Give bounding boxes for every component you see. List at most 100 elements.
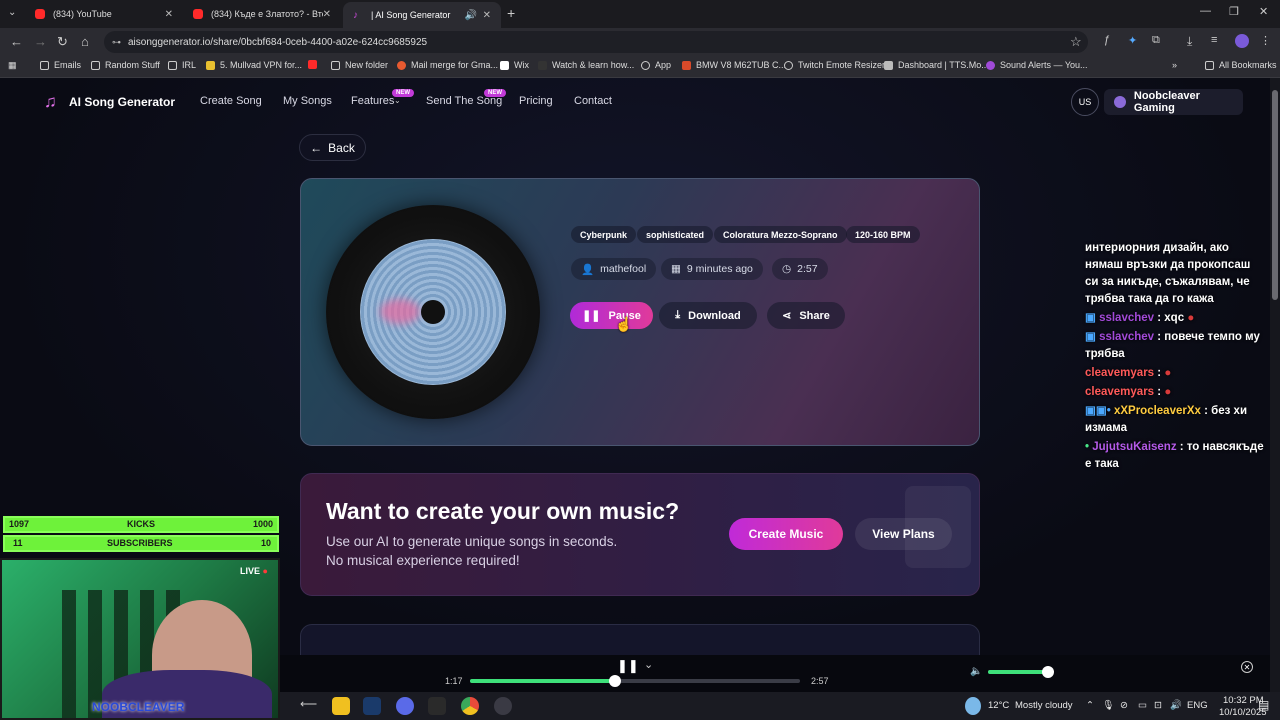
file-explorer-icon[interactable] xyxy=(332,697,350,715)
forward-icon[interactable]: → xyxy=(34,34,47,49)
speaker-icon[interactable]: 🔊 xyxy=(465,10,477,21)
tab-title: | AI Song Generator xyxy=(371,10,451,20)
back-button[interactable]: ← Back xyxy=(299,134,366,161)
network-wired-icon[interactable]: ⊡ xyxy=(1154,700,1162,711)
steam-icon[interactable] xyxy=(363,697,381,715)
close-tab-icon[interactable]: ✕ xyxy=(323,9,331,20)
reload-icon[interactable]: ↻ xyxy=(57,34,68,50)
download-icon[interactable]: ⤓ xyxy=(1187,34,1192,49)
goal-label: KICKS xyxy=(127,519,156,529)
profile-avatar[interactable] xyxy=(1235,34,1249,48)
site-info-icon[interactable]: ⊶ xyxy=(112,37,121,48)
share-button[interactable]: ⋖ Share xyxy=(767,302,845,329)
new-tab-icon[interactable]: + xyxy=(507,5,515,21)
bookmark-bmw[interactable]: BMW V8 M62TUB C... xyxy=(682,60,786,70)
user-menu[interactable]: Noobcleaver Gaming xyxy=(1104,89,1243,115)
bookmark-watch-learn[interactable]: Watch & learn how... xyxy=(538,60,634,70)
tab-ai-song-generator[interactable]: ♪ | AI Song Generator 🔊 ✕ xyxy=(343,2,501,28)
scrollbar-thumb[interactable] xyxy=(1272,90,1278,300)
bookmark-twitch-resizer[interactable]: Twitch Emote Resizer xyxy=(784,60,885,70)
nav-pricing[interactable]: Pricing xyxy=(519,95,553,107)
tab-youtube-1[interactable]: (834) YouTube ✕ xyxy=(25,0,183,28)
close-tab-icon[interactable]: ✕ xyxy=(165,9,173,20)
create-music-button[interactable]: Create Music xyxy=(729,518,843,550)
chat-username: sslavchev xyxy=(1099,331,1155,343)
bookmark-new-folder[interactable]: New folder xyxy=(331,60,388,70)
notifications-icon[interactable]: ▤ xyxy=(1258,698,1269,712)
bookmark-mullvad[interactable]: 5. Mullvad VPN for... xyxy=(206,60,302,70)
new-badge: NEW xyxy=(484,89,506,97)
tab-youtube-2[interactable]: (834) Къде е Златото? - Втора... ✕ xyxy=(183,0,341,28)
sound-alerts-icon xyxy=(986,60,995,70)
menu-kebab-icon[interactable]: ⋮ xyxy=(1260,34,1271,47)
display-icon[interactable]: ▭ xyxy=(1138,700,1147,711)
mullvad-icon xyxy=(206,60,215,70)
bookmark-label: Random Stuff xyxy=(105,60,160,70)
progress-slider[interactable] xyxy=(470,675,800,687)
bookmark-wix[interactable]: Wix xyxy=(500,60,529,70)
mail-merge-icon xyxy=(397,60,406,70)
bookmark-star-icon[interactable]: ☆ xyxy=(1070,34,1082,50)
tray-overflow-icon[interactable]: ⌃ xyxy=(1086,700,1094,711)
close-window-icon[interactable]: ✕ xyxy=(1259,5,1268,18)
download-button[interactable]: ⤓ Download xyxy=(659,302,757,329)
extensions-puzzle-icon[interactable]: ⧉ xyxy=(1152,34,1160,47)
emote-icon: ● xyxy=(1187,312,1195,324)
page-scrollbar[interactable] xyxy=(1270,78,1280,692)
back-arrow-icon[interactable]: ⟵ xyxy=(300,697,318,715)
pause-icon[interactable]: ❚❚ xyxy=(617,658,639,674)
extension-f-icon[interactable]: ƒ xyxy=(1104,34,1110,46)
nav-contact[interactable]: Contact xyxy=(574,95,612,107)
bookmark-emails[interactable]: Emails xyxy=(40,60,81,70)
cta-title: Want to create your own music? xyxy=(326,498,680,524)
language-selector[interactable]: US xyxy=(1071,88,1099,116)
minimize-icon[interactable]: — xyxy=(1200,5,1211,17)
bookmark-mail-merge[interactable]: Mail merge for Gma... xyxy=(397,60,498,70)
goal-target: 10 xyxy=(260,538,271,548)
apps-grid-icon[interactable]: ▦ xyxy=(8,60,17,71)
nav-my-songs[interactable]: My Songs xyxy=(283,95,332,107)
calendar-icon: ▦ xyxy=(671,263,681,275)
nav-create-song[interactable]: Create Song xyxy=(200,95,262,107)
chrome-icon[interactable] xyxy=(461,697,479,715)
extension-icon[interactable]: ✦ xyxy=(1128,34,1137,47)
close-tab-icon[interactable]: ✕ xyxy=(483,10,491,21)
bookmark-irl[interactable]: IRL xyxy=(168,60,196,70)
total-time: 2:57 xyxy=(811,676,829,686)
bookmarks-overflow-icon[interactable]: » xyxy=(1172,60,1177,70)
nav-features[interactable]: Features xyxy=(351,95,394,107)
back-icon[interactable]: ← xyxy=(10,34,23,49)
volume-fill xyxy=(988,670,1048,674)
kick-app-icon[interactable] xyxy=(428,697,446,715)
bookmark-all[interactable]: All Bookmarks xyxy=(1205,60,1277,70)
tab-list-icon[interactable]: ⌄ xyxy=(8,7,16,18)
bookmark-youtube[interactable] xyxy=(308,60,317,69)
duration-pill: ◷ 2:57 xyxy=(772,258,828,280)
url-text: aisonggenerator.io/share/0bcbf684-0ceb-4… xyxy=(128,36,428,48)
bookmark-app[interactable]: App xyxy=(641,60,671,70)
microphone-icon[interactable]: 🎙 xyxy=(1102,700,1114,711)
view-plans-button[interactable]: View Plans xyxy=(855,518,952,550)
bookmark-dashboard-tts[interactable]: Dashboard | TTS.Mo... xyxy=(884,60,989,70)
site-logo[interactable]: AI Song Generator xyxy=(69,95,175,109)
home-icon[interactable]: ⌂ xyxy=(81,34,89,49)
bookmark-label: Emails xyxy=(54,60,82,70)
close-player-icon[interactable]: ✕ xyxy=(1241,661,1253,673)
bookmark-random-stuff[interactable]: Random Stuff xyxy=(91,60,160,70)
obs-icon[interactable] xyxy=(494,697,512,715)
language-indicator[interactable]: ENG xyxy=(1187,700,1208,711)
media-control-icon[interactable]: ≡ xyxy=(1211,34,1217,46)
pause-button[interactable]: ❚❚ Pause xyxy=(570,302,653,329)
bookmark-sound-alerts[interactable]: Sound Alerts — You... xyxy=(986,60,1088,70)
discord-icon[interactable] xyxy=(396,697,414,715)
chevron-down-icon[interactable]: ⌄ xyxy=(644,658,653,671)
globe-icon xyxy=(784,60,793,70)
url-bar[interactable]: ⊶ aisonggenerator.io/share/0bcbf684-0ceb… xyxy=(104,31,1088,53)
volume-tray-icon[interactable]: 🔊 xyxy=(1170,700,1182,711)
volume-slider[interactable] xyxy=(988,666,1054,678)
network-icon[interactable]: ⊘ xyxy=(1120,700,1128,711)
folder-icon xyxy=(1205,60,1214,70)
volume-handle[interactable] xyxy=(1042,666,1054,678)
volume-icon[interactable]: 🔈 xyxy=(970,666,982,677)
maximize-icon[interactable]: ❐ xyxy=(1229,5,1239,18)
